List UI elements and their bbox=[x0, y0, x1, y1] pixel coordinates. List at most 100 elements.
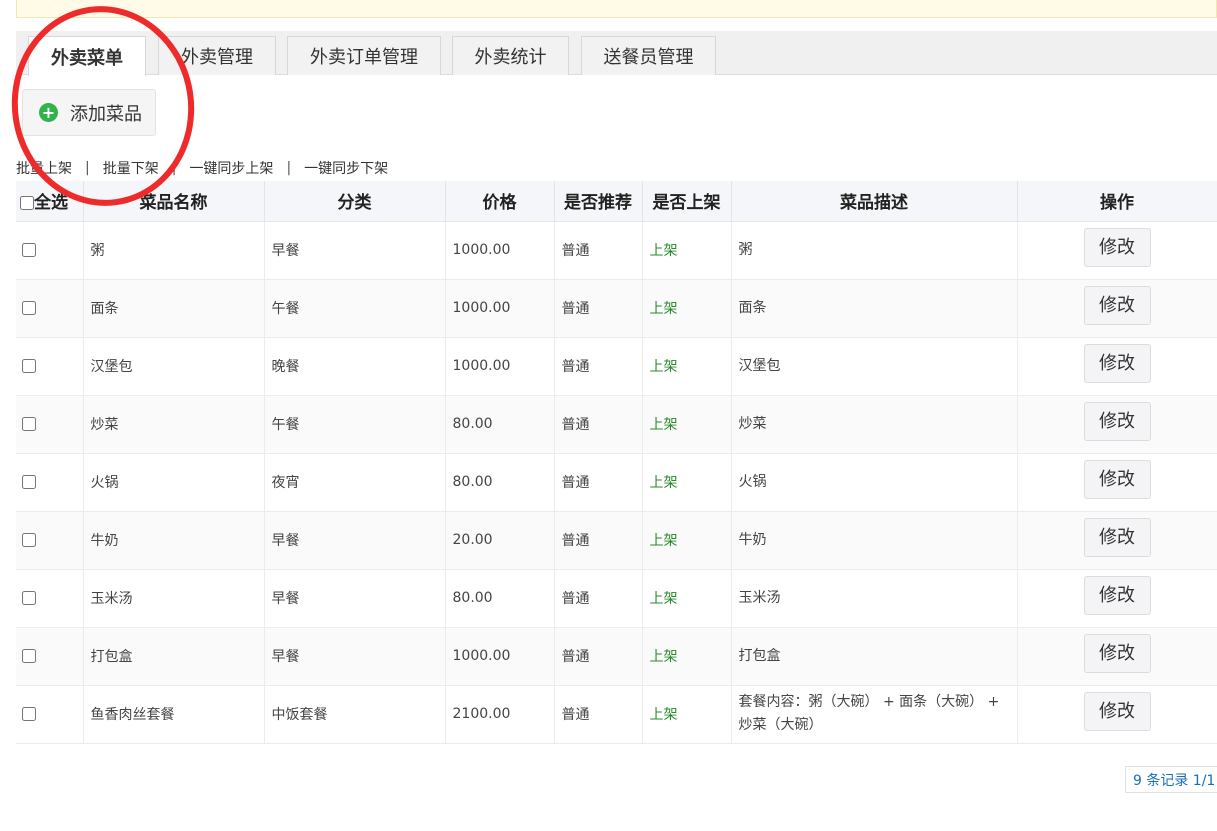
row-checkbox[interactable] bbox=[22, 359, 36, 373]
cell-description: 粥 bbox=[731, 221, 1018, 280]
edit-button[interactable]: 修改 bbox=[1083, 285, 1151, 325]
edit-button[interactable]: 修改 bbox=[1083, 227, 1151, 267]
cell-recommend: 普通 bbox=[554, 453, 643, 512]
select-all-checkbox[interactable] bbox=[20, 196, 34, 211]
row-checkbox[interactable] bbox=[22, 243, 36, 257]
tab-statistics[interactable]: 外卖统计 bbox=[452, 36, 569, 75]
table-row: 粥 早餐 1000.00 普通 上架 粥 修改 bbox=[16, 221, 1217, 280]
table-row: 鱼香肉丝套餐 中饭套餐 2100.00 普通 上架 套餐内容：粥（大碗） + 面… bbox=[16, 685, 1217, 744]
cell-description: 火锅 bbox=[731, 453, 1018, 512]
cell-description: 炒菜 bbox=[731, 395, 1018, 454]
row-checkbox[interactable] bbox=[22, 301, 36, 315]
cell-status: 上架 bbox=[642, 453, 732, 512]
table-row: 玉米汤 早餐 80.00 普通 上架 玉米汤 修改 bbox=[16, 569, 1217, 628]
edit-button[interactable]: 修改 bbox=[1083, 343, 1151, 383]
cell-price: 1000.00 bbox=[445, 627, 555, 686]
cell-dish-name: 炒菜 bbox=[83, 395, 265, 454]
cell-description: 套餐内容：粥（大碗） + 面条（大碗） + 炒菜（大碗） bbox=[731, 685, 1018, 744]
cell-dish-name: 汉堡包 bbox=[83, 337, 265, 396]
edit-button[interactable]: 修改 bbox=[1083, 633, 1151, 673]
edit-button[interactable]: 修改 bbox=[1083, 459, 1151, 499]
cell-category: 夜宵 bbox=[264, 453, 446, 512]
cell-price: 20.00 bbox=[445, 511, 555, 570]
table-header-row: 全选 菜品名称 分类 价格 是否推荐 是否上架 菜品描述 操作 bbox=[16, 181, 1217, 222]
header-dish-name: 菜品名称 bbox=[83, 181, 265, 222]
add-dish-label: 添加菜品 bbox=[70, 103, 142, 125]
cell-dish-name: 粥 bbox=[83, 221, 265, 280]
header-price: 价格 bbox=[445, 181, 555, 222]
cell-recommend: 普通 bbox=[554, 337, 643, 396]
cell-status: 上架 bbox=[642, 569, 732, 628]
cell-category: 早餐 bbox=[264, 511, 446, 570]
tab-order-management[interactable]: 外卖订单管理 bbox=[287, 36, 441, 75]
cell-price: 80.00 bbox=[445, 453, 555, 512]
row-checkbox-cell bbox=[16, 221, 84, 280]
cell-status: 上架 bbox=[642, 337, 732, 396]
header-recommend: 是否推荐 bbox=[554, 181, 643, 222]
row-checkbox-cell bbox=[16, 511, 84, 570]
cell-status: 上架 bbox=[642, 279, 732, 338]
cell-price: 1000.00 bbox=[445, 279, 555, 338]
table-row: 面条 午餐 1000.00 普通 上架 面条 修改 bbox=[16, 279, 1217, 338]
row-checkbox[interactable] bbox=[22, 591, 36, 605]
cell-status: 上架 bbox=[642, 685, 732, 744]
cell-price: 80.00 bbox=[445, 395, 555, 454]
cell-status: 上架 bbox=[642, 511, 732, 570]
cell-recommend: 普通 bbox=[554, 279, 643, 338]
header-action: 操作 bbox=[1017, 181, 1217, 222]
batch-on-shelf-link[interactable]: 批量上架 bbox=[16, 158, 72, 178]
row-checkbox[interactable] bbox=[22, 475, 36, 489]
row-checkbox-cell bbox=[16, 569, 84, 628]
cell-dish-name: 打包盒 bbox=[83, 627, 265, 686]
row-checkbox-cell bbox=[16, 337, 84, 396]
row-checkbox[interactable] bbox=[22, 649, 36, 663]
edit-button[interactable]: 修改 bbox=[1083, 691, 1151, 731]
cell-category: 中饭套餐 bbox=[264, 685, 446, 744]
plus-circle-icon: + bbox=[39, 103, 58, 122]
header-description: 菜品描述 bbox=[731, 181, 1018, 222]
cell-recommend: 普通 bbox=[554, 685, 643, 744]
cell-action: 修改 bbox=[1017, 279, 1217, 338]
table-row: 火锅 夜宵 80.00 普通 上架 火锅 修改 bbox=[16, 453, 1217, 512]
tab-management[interactable]: 外卖管理 bbox=[158, 36, 276, 75]
row-checkbox[interactable] bbox=[22, 417, 36, 431]
header-status: 是否上架 bbox=[642, 181, 732, 222]
cell-price: 80.00 bbox=[445, 569, 555, 628]
cell-recommend: 普通 bbox=[554, 627, 643, 686]
row-checkbox-cell bbox=[16, 453, 84, 512]
row-checkbox-cell bbox=[16, 627, 84, 686]
batch-off-shelf-link[interactable]: 批量下架 bbox=[103, 158, 159, 178]
sync-on-shelf-link[interactable]: 一键同步上架 bbox=[189, 158, 273, 178]
table-row: 打包盒 早餐 1000.00 普通 上架 打包盒 修改 bbox=[16, 627, 1217, 686]
cell-dish-name: 牛奶 bbox=[83, 511, 265, 570]
pagination-info: 9 条记录 1/1 bbox=[1125, 766, 1217, 793]
cell-dish-name: 玉米汤 bbox=[83, 569, 265, 628]
row-checkbox[interactable] bbox=[22, 533, 36, 547]
tab-menu[interactable]: 外卖菜单 bbox=[28, 36, 146, 76]
cell-category: 早餐 bbox=[264, 569, 446, 628]
header-category: 分类 bbox=[264, 181, 446, 222]
header-select-all[interactable]: 全选 bbox=[16, 181, 84, 222]
row-checkbox-cell bbox=[16, 685, 84, 744]
tab-bar: 外卖菜单 外卖管理 外卖订单管理 外卖统计 送餐员管理 bbox=[16, 31, 1217, 76]
add-dish-button[interactable]: + 添加菜品 bbox=[22, 89, 156, 136]
cell-description: 玉米汤 bbox=[731, 569, 1018, 628]
tab-delivery-staff[interactable]: 送餐员管理 bbox=[581, 36, 716, 75]
cell-dish-name: 鱼香肉丝套餐 bbox=[83, 685, 265, 744]
edit-button[interactable]: 修改 bbox=[1083, 575, 1151, 615]
cell-action: 修改 bbox=[1017, 221, 1217, 280]
dish-table: 全选 菜品名称 分类 价格 是否推荐 是否上架 菜品描述 操作 粥 早餐 100… bbox=[16, 181, 1217, 744]
table-row: 牛奶 早餐 20.00 普通 上架 牛奶 修改 bbox=[16, 511, 1217, 570]
edit-button[interactable]: 修改 bbox=[1083, 401, 1151, 441]
cell-category: 午餐 bbox=[264, 279, 446, 338]
cell-action: 修改 bbox=[1017, 395, 1217, 454]
cell-recommend: 普通 bbox=[554, 569, 643, 628]
edit-button[interactable]: 修改 bbox=[1083, 517, 1151, 557]
row-checkbox-cell bbox=[16, 279, 84, 338]
cell-status: 上架 bbox=[642, 221, 732, 280]
sync-off-shelf-link[interactable]: 一键同步下架 bbox=[304, 158, 388, 178]
row-checkbox[interactable] bbox=[22, 707, 36, 721]
cell-description: 牛奶 bbox=[731, 511, 1018, 570]
cell-description: 汉堡包 bbox=[731, 337, 1018, 396]
cell-recommend: 普通 bbox=[554, 221, 643, 280]
